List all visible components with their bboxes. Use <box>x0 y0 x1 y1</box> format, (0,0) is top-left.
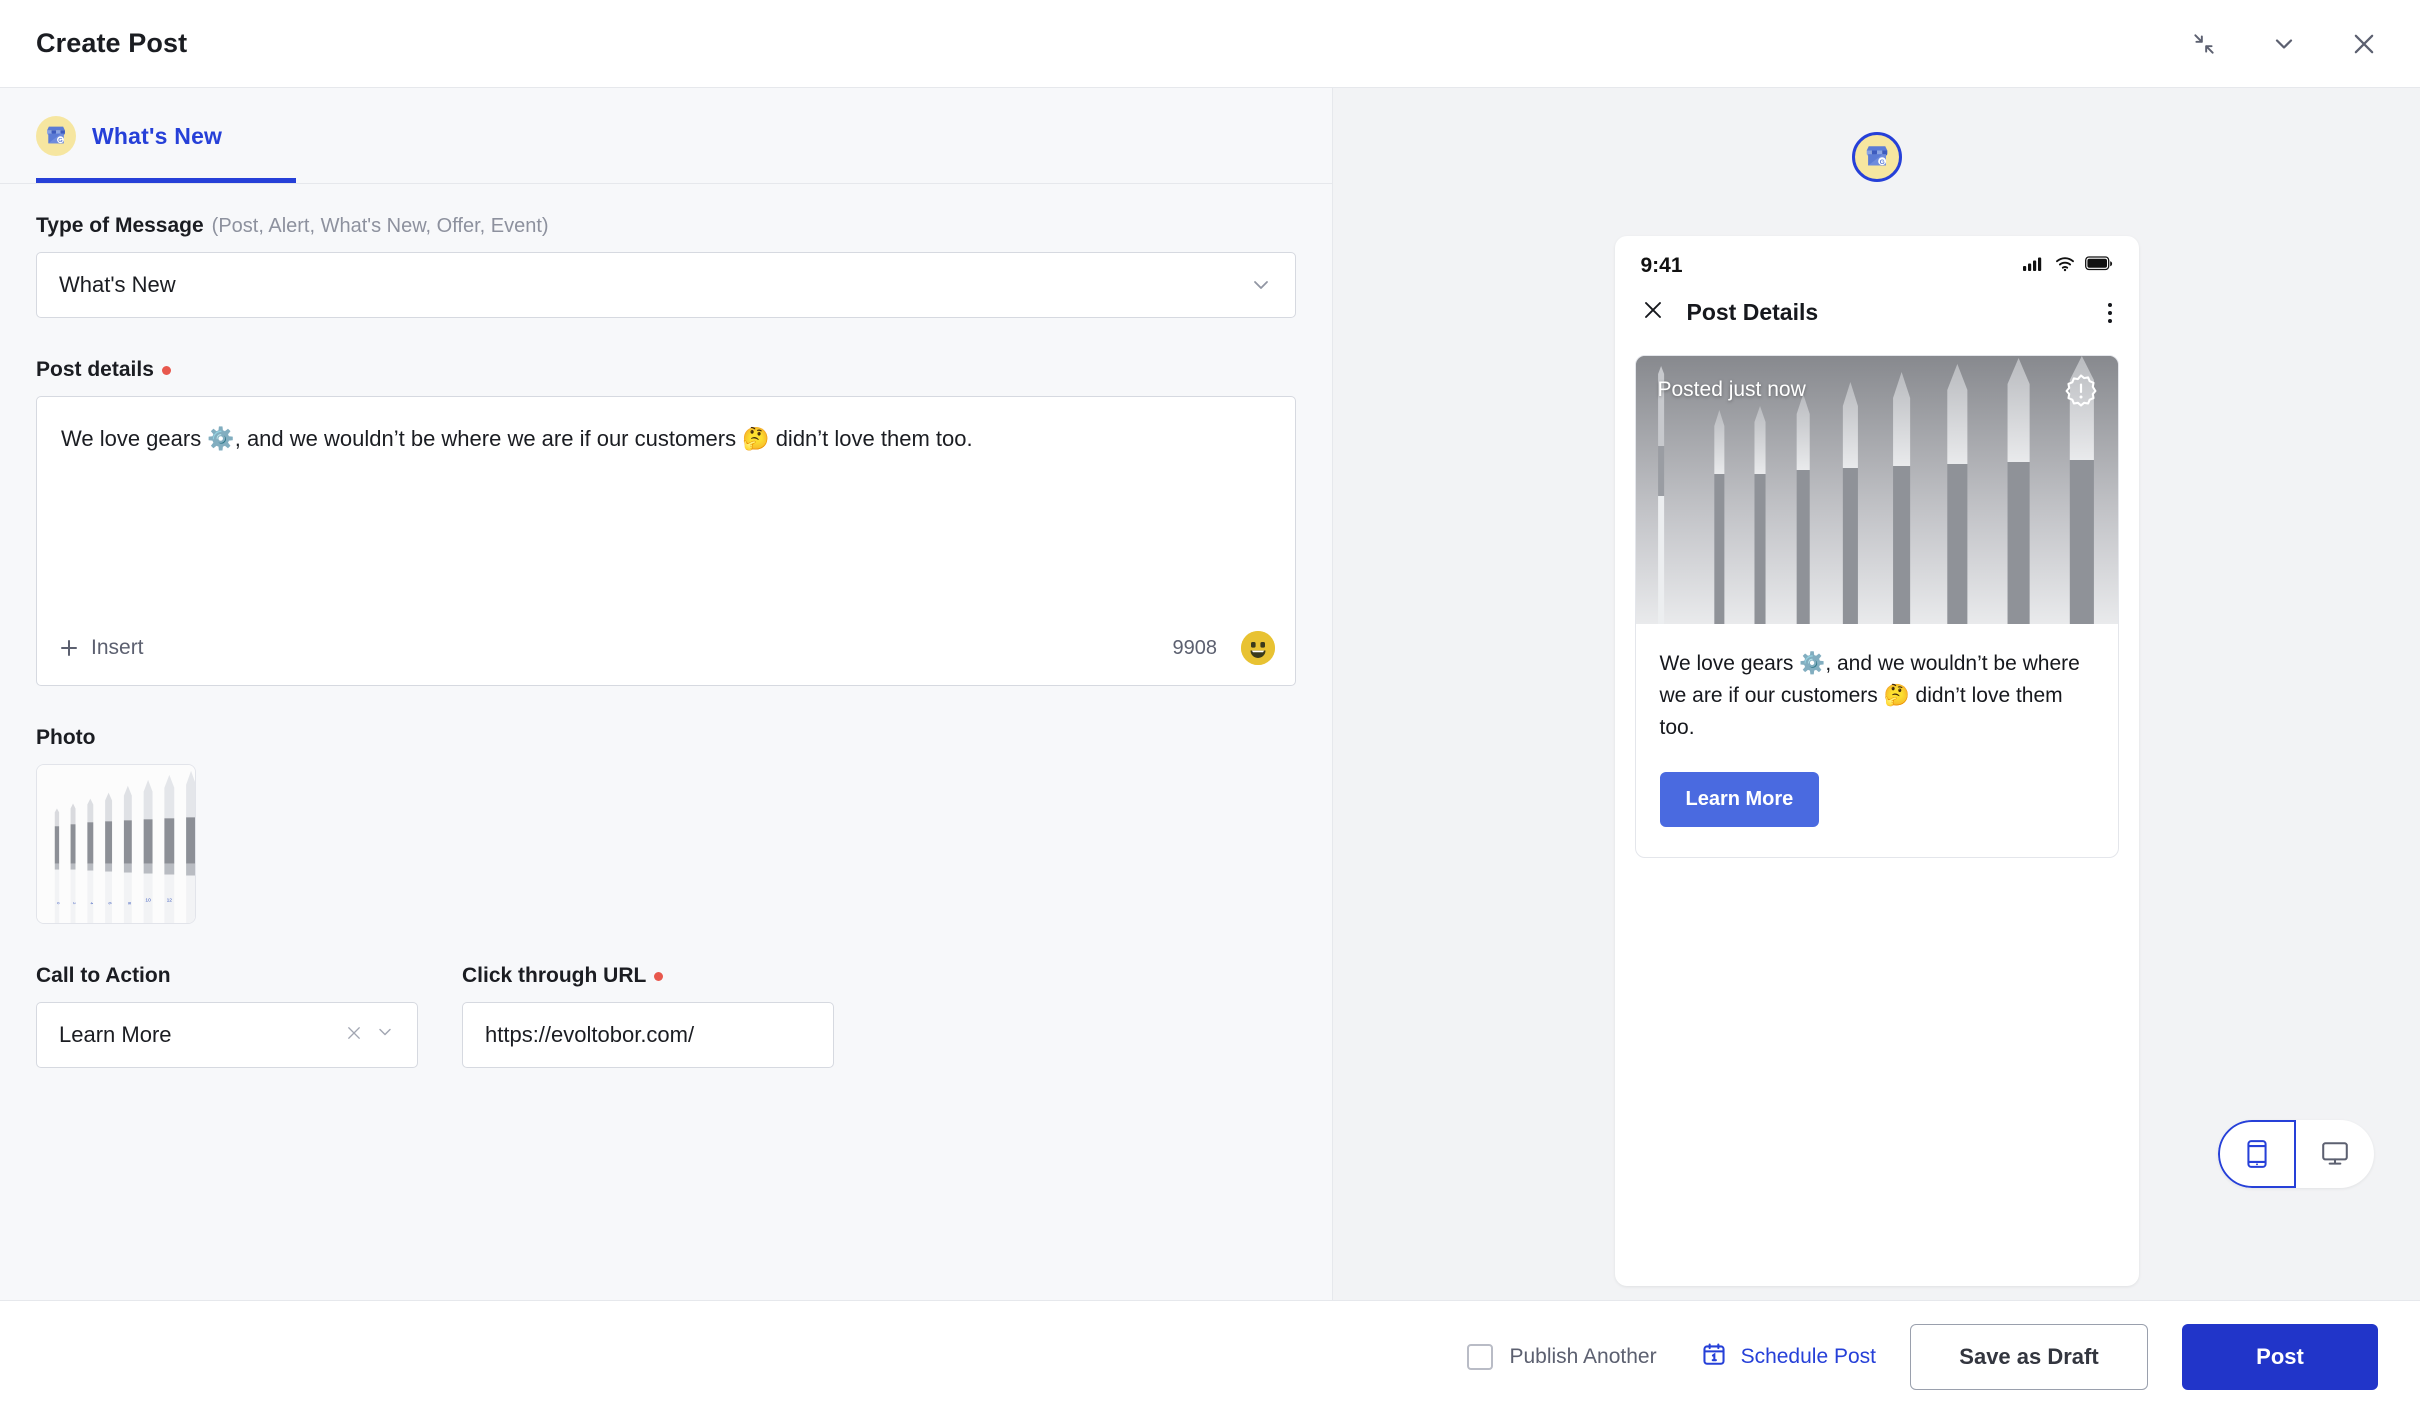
type-of-message-value: What's New <box>59 272 176 297</box>
battery-icon <box>2084 256 2113 276</box>
textarea-toolbar: Insert 9908 <box>57 611 1275 685</box>
field-type-of-message: Type of Message (Post, Alert, What's New… <box>36 214 1296 318</box>
svg-text:2: 2 <box>72 902 77 904</box>
dialog-footer: Publish Another Schedule Post Save as Dr… <box>0 1300 2420 1412</box>
insert-label: Insert <box>91 636 144 659</box>
chevron-down-icon[interactable] <box>375 1022 395 1048</box>
field-post-details: Post details We love gears ⚙️, and we wo… <box>36 358 1296 686</box>
phone-page-title: Post Details <box>1686 299 1819 325</box>
dialog-header: Create Post <box>0 0 2420 88</box>
required-indicator <box>161 365 171 375</box>
post-form: Type of Message (Post, Alert, What's New… <box>0 184 1332 1068</box>
phone-nav-bar: Post Details <box>1615 284 2139 345</box>
status-icons <box>2022 256 2113 277</box>
svg-text:12: 12 <box>167 897 173 903</box>
cta-icons <box>345 1022 395 1048</box>
device-toggle <box>2218 1120 2374 1188</box>
wifi-icon <box>2055 256 2075 277</box>
photo-thumbnail[interactable]: 0 2 4 6 8 10 12 <box>36 764 196 924</box>
post-details-textarea[interactable]: We love gears ⚙️, and we wouldn’t be whe… <box>36 396 1296 686</box>
close-icon[interactable] <box>1641 298 1665 327</box>
call-to-action-select[interactable]: Learn More <box>36 1002 418 1068</box>
alert-badge-icon <box>2064 374 2098 413</box>
schedule-post-label: Schedule Post <box>1740 1344 1876 1368</box>
schedule-post-button[interactable]: Schedule Post <box>1701 1341 1876 1373</box>
brush-photo: 0 2 4 6 8 10 12 <box>37 765 195 923</box>
photo-label: Photo <box>36 726 96 749</box>
field-label: Post details <box>36 358 1296 382</box>
desktop-icon[interactable] <box>2296 1120 2374 1188</box>
editor-pane: G What's New Type of Message (Post, Aler… <box>0 88 1333 1300</box>
type-of-message-select[interactable]: What's New <box>36 252 1296 318</box>
save-as-draft-button[interactable]: Save as Draft <box>1910 1323 2148 1390</box>
publish-another-checkbox[interactable]: Publish Another <box>1467 1343 1657 1370</box>
tab-label: What's New <box>92 122 223 149</box>
phone-status-bar: 9:41 <box>1615 236 2139 284</box>
character-count: 9908 <box>1172 636 1218 659</box>
create-post-dialog: Create Post G What's New Type of Message… <box>0 0 2420 1412</box>
textarea-meta: 9908 <box>1172 631 1275 665</box>
mobile-preview-frame: 9:41 Post Details Posted just now We lov… <box>1614 236 2139 1286</box>
field-click-through-url: Click through URL https://evoltobor.com/ <box>462 964 834 1068</box>
field-label: Call to Action <box>36 964 418 988</box>
preview-post-body: We love gears ⚙️, and we wouldn’t be whe… <box>1636 624 2118 857</box>
more-vertical-icon[interactable] <box>2107 301 2113 325</box>
post-details-label: Post details <box>36 358 154 381</box>
field-call-to-action: Call to Action Learn More <box>36 964 418 1068</box>
preview-post-image: Posted just now <box>1635 356 2118 624</box>
close-icon[interactable] <box>2344 24 2384 64</box>
chevron-down-icon[interactable] <box>2264 24 2304 64</box>
cta-url-row: Call to Action Learn More Click through … <box>36 964 1296 1068</box>
google-business-profile-icon[interactable]: G <box>1851 132 1902 182</box>
google-business-profile-icon: G <box>36 116 76 156</box>
preview-post-card: Posted just now We love gears ⚙️, and we… <box>1634 355 2119 858</box>
field-label: Type of Message (Post, Alert, What's New… <box>36 214 1296 238</box>
mobile-icon[interactable] <box>2218 1120 2296 1188</box>
svg-text:10: 10 <box>145 897 151 903</box>
preview-pane: G 9:41 Post Details Posted just now We l… <box>1333 88 2420 1300</box>
page-title: Create Post <box>36 28 188 58</box>
publish-another-label: Publish Another <box>1509 1344 1657 1368</box>
checkbox-box[interactable] <box>1467 1343 1494 1370</box>
tab-bar: G What's New <box>0 88 1332 184</box>
post-button[interactable]: Post <box>2182 1323 2378 1390</box>
svg-text:G: G <box>1879 159 1884 166</box>
preview-post-text: We love gears ⚙️, and we wouldn’t be whe… <box>1659 652 2080 739</box>
call-to-action-label: Call to Action <box>36 964 171 987</box>
click-through-url-input[interactable]: https://evoltobor.com/ <box>462 1002 834 1068</box>
smiley-icon[interactable] <box>1241 631 1275 665</box>
call-to-action-value: Learn More <box>59 1022 172 1047</box>
preview-learn-more-button[interactable]: Learn More <box>1659 771 1820 827</box>
post-details-value[interactable]: We love gears ⚙️, and we wouldn’t be whe… <box>61 423 1271 611</box>
type-of-message-label: Type of Message <box>36 214 204 237</box>
cellular-signal-icon <box>2022 256 2045 277</box>
field-photo: Photo 0 2 4 6 8 10 12 <box>36 726 1296 924</box>
click-through-url-label: Click through URL <box>462 964 647 987</box>
field-label: Click through URL <box>462 964 834 988</box>
dialog-body: G What's New Type of Message (Post, Aler… <box>0 88 2420 1300</box>
collapse-icon[interactable] <box>2184 24 2224 64</box>
click-through-url-value: https://evoltobor.com/ <box>485 1022 695 1047</box>
posted-timestamp: Posted just now <box>1657 378 1806 401</box>
tab-whats-new[interactable]: G What's New <box>36 88 296 183</box>
status-time: 9:41 <box>1640 254 1683 277</box>
clear-icon[interactable] <box>345 1024 363 1046</box>
preview-profile-header: G <box>1333 88 2420 182</box>
window-controls <box>2184 24 2384 64</box>
type-of-message-hint: (Post, Alert, What's New, Offer, Event) <box>211 215 549 237</box>
required-indicator <box>654 971 664 981</box>
insert-button[interactable]: Insert <box>57 636 144 660</box>
chevron-down-icon[interactable] <box>1249 273 1273 297</box>
calendar-icon <box>1701 1341 1727 1373</box>
field-label: Photo <box>36 726 1296 750</box>
svg-text:G: G <box>58 138 63 144</box>
